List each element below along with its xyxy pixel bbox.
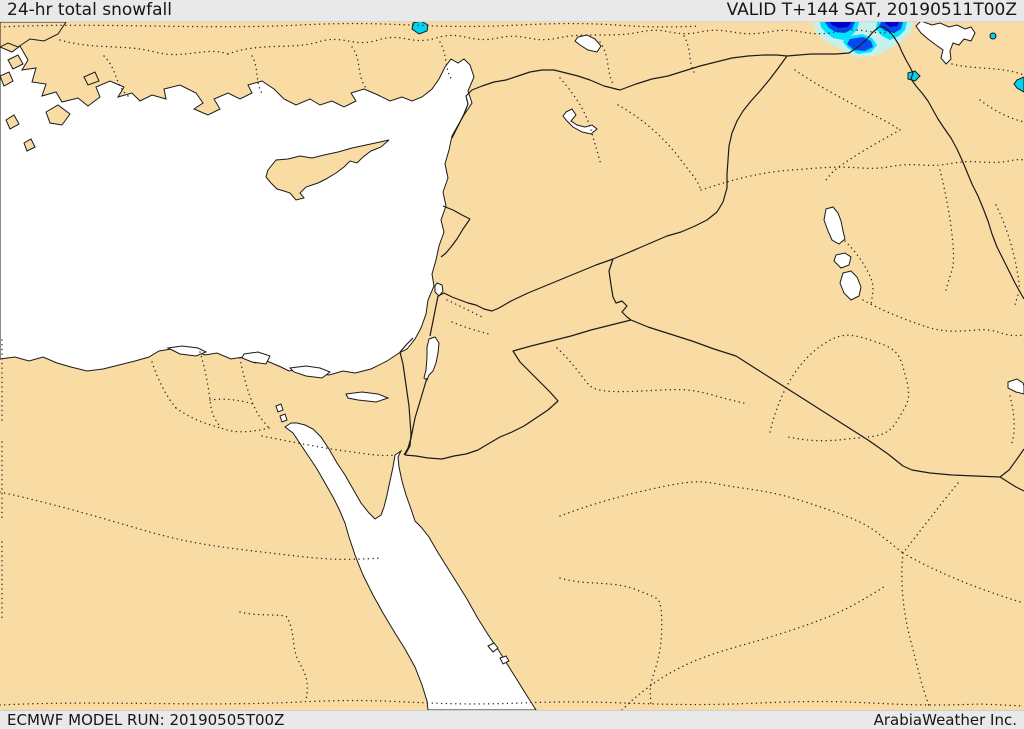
header-bar: 24-hr total snowfall VALID T+144 SAT, 20… [0,0,1024,22]
brand-label: ArabiaWeather Inc. [873,710,1017,729]
page-title: 24-hr total snowfall [7,0,172,20]
weather-map-screen: 24-hr total snowfall VALID T+144 SAT, 20… [0,0,1024,729]
footer-bar: ECMWF MODEL RUN: 20190505T00Z ArabiaWeat… [0,710,1024,729]
map-canvas [0,22,1024,710]
valid-time-label: VALID T+144 SAT, 20190511T00Z [726,0,1017,20]
model-run-label: ECMWF MODEL RUN: 20190505T00Z [7,710,285,729]
